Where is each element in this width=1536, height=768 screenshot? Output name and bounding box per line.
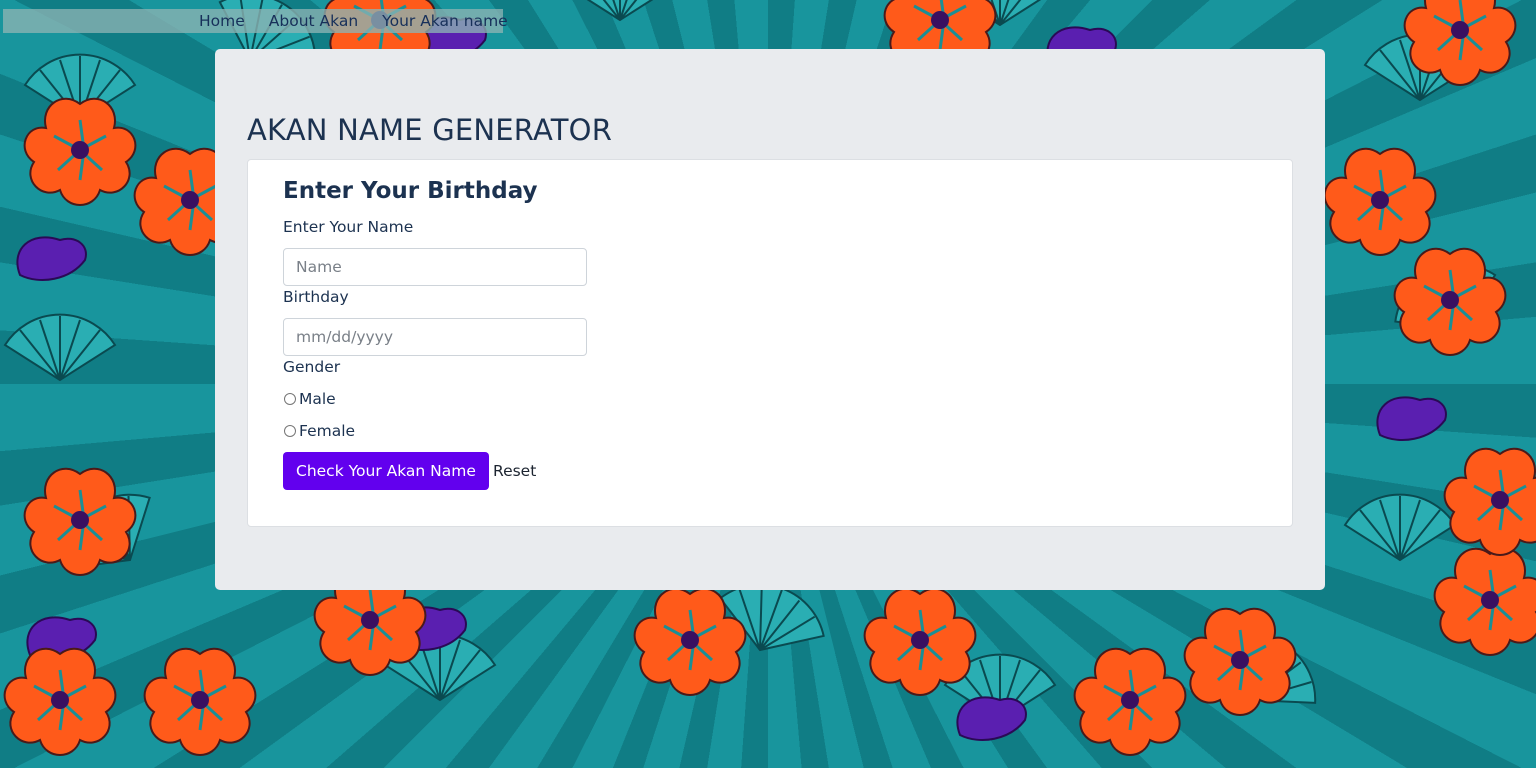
top-nav: Home About Akan Your Akan name: [3, 9, 508, 33]
female-radio-label: Female: [299, 422, 356, 440]
gender-label: Gender: [283, 358, 341, 376]
nav-link-your-akan-name[interactable]: Your Akan name: [382, 12, 508, 30]
nav-link-home[interactable]: Home: [199, 12, 245, 30]
gender-option-female: Female: [283, 422, 355, 440]
page-title: AKAN NAME GENERATOR: [247, 113, 613, 147]
name-label: Enter Your Name: [283, 218, 414, 236]
birthday-input[interactable]: [283, 318, 587, 356]
nav-link-about-akan[interactable]: About Akan: [269, 12, 358, 30]
check-akan-name-button[interactable]: Check Your Akan Name: [283, 452, 489, 490]
reset-button[interactable]: Reset: [486, 452, 543, 490]
name-input[interactable]: [283, 248, 587, 286]
male-radio[interactable]: [284, 393, 296, 405]
birthday-label: Birthday: [283, 288, 349, 306]
female-radio[interactable]: [284, 425, 296, 437]
birthday-form-card: Enter Your Birthday Enter Your Name Birt…: [247, 159, 1293, 527]
main-panel: AKAN NAME GENERATOR Enter Your Birthday …: [215, 49, 1325, 590]
form-heading: Enter Your Birthday: [283, 178, 538, 204]
gender-option-male: Male: [283, 390, 336, 408]
male-radio-label: Male: [299, 390, 336, 408]
